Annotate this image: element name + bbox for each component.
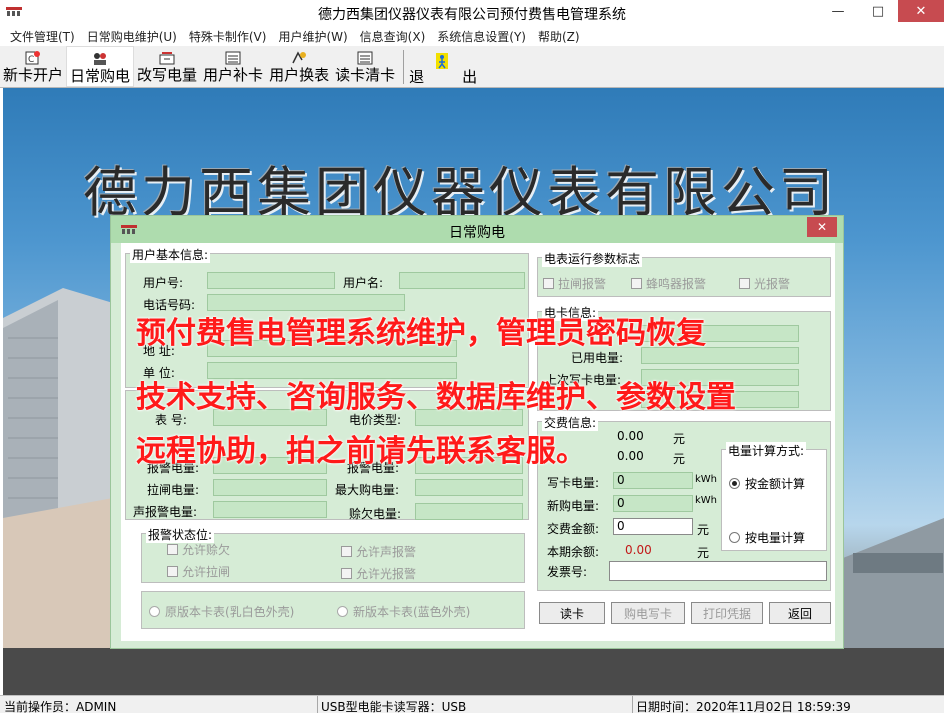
allow-trip-checkbox[interactable]: 允许拉闸 xyxy=(167,563,230,580)
invoice-label: 发票号: xyxy=(547,565,588,579)
write-card-field[interactable]: 0 xyxy=(613,472,693,489)
calc-method-title: 电量计算方式: xyxy=(726,442,807,459)
user-no-label: 用户号: xyxy=(143,276,184,290)
write-card-unit: kWh xyxy=(695,474,718,485)
overlay-text-2: 技术支持、咨询服务、数据库维护、参数设置 xyxy=(136,380,736,415)
toolbar-separator xyxy=(403,50,405,84)
invoice-input[interactable] xyxy=(609,561,827,581)
svg-text:C: C xyxy=(28,55,34,65)
toolbar: C 新卡开户 日常购电 改写电量 用户补卡 用户换表 读卡清卡 退 出 xyxy=(0,46,944,88)
allow-buzzer-checkbox[interactable]: 允许声报警 xyxy=(341,543,416,560)
menu-help[interactable]: 帮助(Z) xyxy=(532,28,586,45)
trip-power-label: 拉闸电量: xyxy=(147,483,200,497)
user-name-label: 用户名: xyxy=(343,276,384,290)
exit-icon xyxy=(436,53,449,69)
replace-meter-icon xyxy=(292,51,307,64)
menu-daily-purchase[interactable]: 日常购电维护(U) xyxy=(81,28,183,45)
owe-power-field[interactable] xyxy=(415,503,523,520)
payment-amount-1: 0.00 xyxy=(617,429,644,443)
menu-bar: 文件管理(T) 日常购电维护(U) 特殊卡制作(V) 用户维护(W) 信息查询(… xyxy=(0,26,944,46)
buy-write-card-button[interactable]: 购电写卡 xyxy=(611,602,685,624)
calc-by-amount-radio[interactable]: 按金额计算 xyxy=(729,475,805,492)
payment-unit-1: 元 xyxy=(673,432,686,446)
status-bar: 当前操作员：ADMIN USB型电能卡读写器：USB 日期时间：2020年11月… xyxy=(0,695,944,713)
user-info-title: 用户基本信息: xyxy=(130,246,211,263)
owe-power-label: 赊欠电量: xyxy=(349,507,402,521)
pay-amount-unit: 元 xyxy=(697,523,710,537)
read-clear-card-icon xyxy=(357,51,373,65)
max-buy-field[interactable] xyxy=(415,479,523,496)
new-buy-label: 新购电量: xyxy=(547,499,600,513)
menu-file[interactable]: 文件管理(T) xyxy=(4,28,81,45)
menu-info-query[interactable]: 信息查询(X) xyxy=(354,28,432,45)
rewrite-power-icon xyxy=(159,52,175,65)
buzzer-power-label: 声报警电量: xyxy=(133,505,198,519)
user-name-field[interactable] xyxy=(399,272,525,289)
buzzer-power-field[interactable] xyxy=(213,501,327,518)
daily-purchase-button[interactable]: 日常购电 xyxy=(66,46,135,87)
rewrite-power-button[interactable]: 改写电量 xyxy=(134,46,200,87)
status-datetime: 日期时间：2020年11月02日 18:59:39 xyxy=(636,700,851,713)
pay-amount-input[interactable]: 0 xyxy=(613,518,693,535)
max-buy-label: 最大购电量: xyxy=(335,483,400,497)
new-version-radio[interactable]: 新版本卡表(蓝色外壳) xyxy=(337,603,470,620)
maximize-button[interactable]: □ xyxy=(858,0,898,22)
status-operator: 当前操作员：ADMIN xyxy=(4,700,117,713)
trip-alarm-checkbox[interactable]: 拉闸报警 xyxy=(543,275,606,292)
dialog-titlebar: 日常购电 ✕ xyxy=(111,216,843,243)
meter-params-title: 电表运行参数标志 xyxy=(542,250,643,267)
allow-light-checkbox[interactable]: 允许光报警 xyxy=(341,565,416,582)
balance-unit: 元 xyxy=(697,546,710,560)
daily-purchase-icon xyxy=(94,53,107,65)
new-card-icon: C xyxy=(25,51,40,65)
read-card-button[interactable]: 读卡 xyxy=(539,602,605,624)
print-receipt-button[interactable]: 打印凭据 xyxy=(691,602,763,624)
payment-unit-2: 元 xyxy=(673,452,686,466)
window-title: 德力西集团仪器仪表有限公司预付费售电管理系统 xyxy=(318,7,626,23)
user-no-field[interactable] xyxy=(207,272,335,289)
menu-user-maintenance[interactable]: 用户维护(W) xyxy=(272,28,353,45)
new-buy-field[interactable]: 0 xyxy=(613,495,693,512)
replace-meter-button[interactable]: 用户换表 xyxy=(266,46,332,87)
status-divider xyxy=(632,696,633,713)
close-button[interactable]: ✕ xyxy=(898,0,944,22)
reissue-card-button[interactable]: 用户补卡 xyxy=(200,46,266,87)
balance-value: 0.00 xyxy=(625,543,652,557)
pay-amount-label: 交费金额: xyxy=(547,522,600,536)
overlay-text-1: 预付费售电管理系统维护，管理员密码恢复 xyxy=(136,316,706,351)
calc-by-power-radio[interactable]: 按电量计算 xyxy=(729,529,805,546)
new-buy-unit: kWh xyxy=(695,495,718,506)
balance-label: 本期余额: xyxy=(547,545,600,559)
return-button[interactable]: 返回 xyxy=(769,602,831,624)
dialog-title: 日常购电 xyxy=(449,225,505,241)
payment-amount-2: 0.00 xyxy=(617,449,644,463)
menu-special-card[interactable]: 特殊卡制作(V) xyxy=(183,28,273,45)
overlay-text-3: 远程协助，拍之前请先联系客服。 xyxy=(136,434,586,469)
reissue-card-icon xyxy=(225,51,241,65)
allow-owe-checkbox[interactable]: 允许赊欠 xyxy=(167,541,230,558)
buzzer-alarm-checkbox[interactable]: 蜂鸣器报警 xyxy=(631,275,706,292)
new-card-button[interactable]: C 新卡开户 xyxy=(0,46,66,87)
minimize-button[interactable]: — xyxy=(818,0,858,22)
status-reader: USB型电能卡读写器：USB xyxy=(321,700,467,713)
menu-system-settings[interactable]: 系统信息设置(Y) xyxy=(431,28,532,45)
read-clear-card-button[interactable]: 读卡清卡 xyxy=(332,46,398,87)
status-divider xyxy=(317,696,318,713)
window-titlebar: 德力西集团仪器仪表有限公司预付费售电管理系统 — □ ✕ xyxy=(0,0,944,26)
light-alarm-checkbox[interactable]: 光报警 xyxy=(739,275,790,292)
dialog-close-button[interactable]: ✕ xyxy=(807,217,837,237)
write-card-label: 写卡电量: xyxy=(547,476,600,490)
exit-button[interactable]: 退 出 xyxy=(409,46,477,87)
trip-power-field[interactable] xyxy=(213,479,327,496)
old-version-radio[interactable]: 原版本卡表(乳白色外壳) xyxy=(149,603,294,620)
